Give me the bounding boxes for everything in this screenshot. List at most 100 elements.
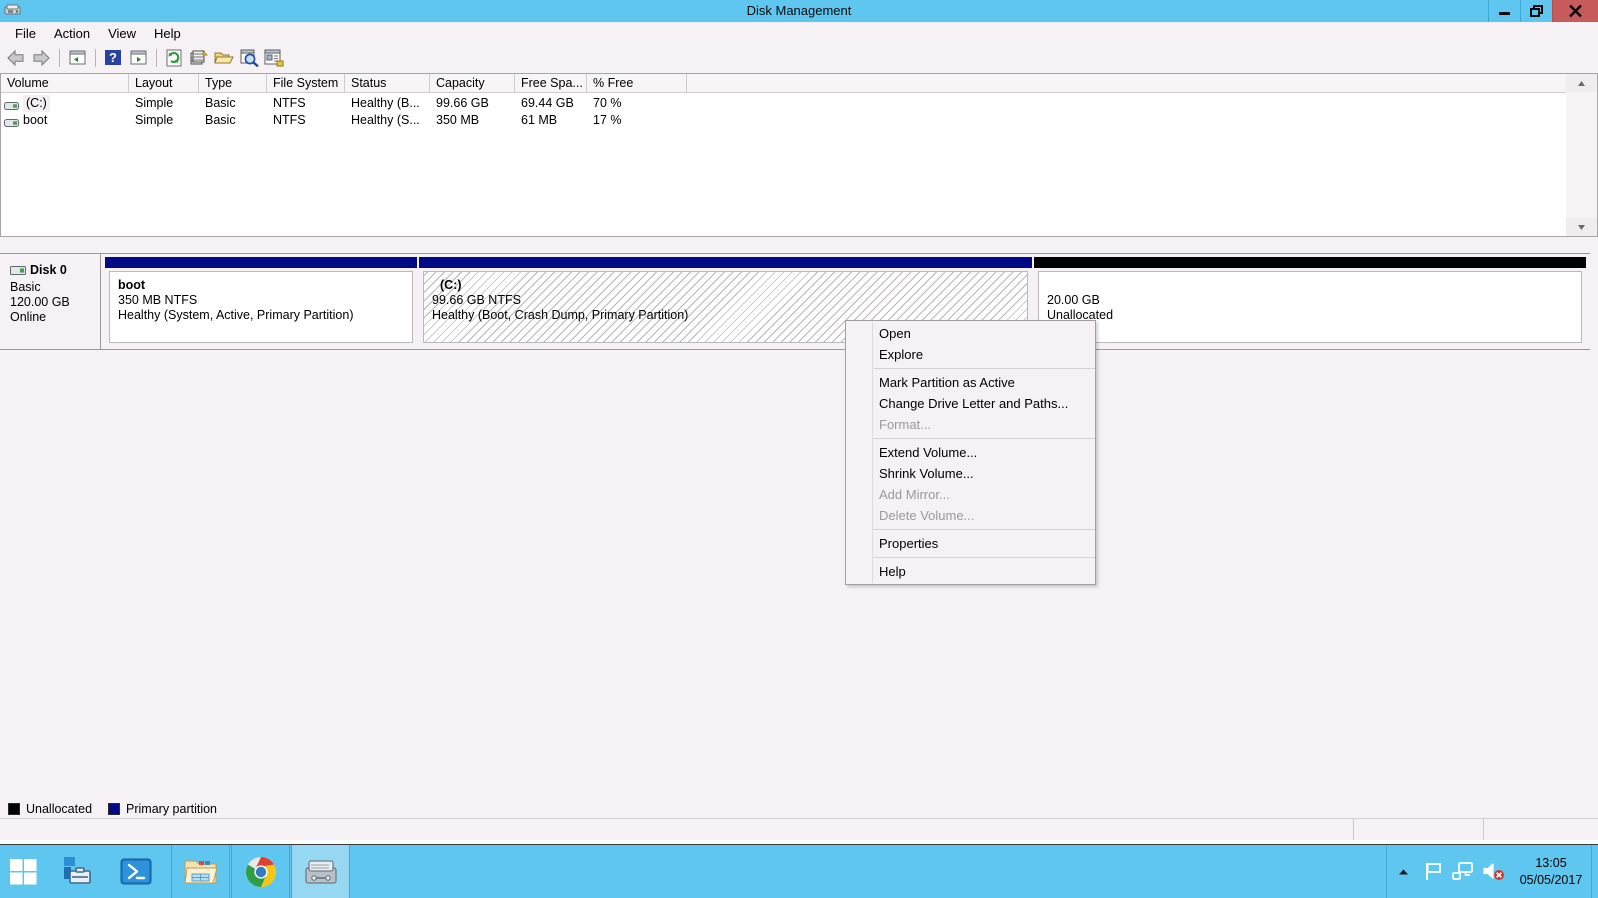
context-menu-open[interactable]: Open — [846, 323, 1095, 344]
partition-unallocated[interactable]: 20.00 GB Unallocated — [1034, 257, 1586, 346]
context-menu-mark-partition-as-active[interactable]: Mark Partition as Active — [846, 372, 1095, 393]
volume-cell-file-system: NTFS — [273, 113, 306, 127]
show-desktop-button[interactable] — [1591, 845, 1598, 898]
tray-action-center-flag-icon[interactable] — [1420, 859, 1446, 885]
context-menu-change-drive-letter-and-paths[interactable]: Change Drive Letter and Paths... — [846, 393, 1095, 414]
context-menu-help[interactable]: Help — [846, 561, 1095, 582]
volume-cell-type: Basic — [205, 96, 236, 110]
status-segment-1 — [0, 819, 1354, 840]
volume-cell-status: Healthy (S... — [351, 113, 420, 127]
minimize-button[interactable] — [1488, 0, 1520, 22]
context-menu-separator — [874, 557, 1095, 558]
tray-volume-muted-icon[interactable] — [1480, 859, 1506, 885]
disk-graphical-view: Disk 0 Basic 120.00 GB Online boot 350 M… — [0, 245, 1598, 805]
volume-list: Volume Layout Type File System Status Ca… — [0, 73, 1566, 237]
partition-color-bar — [105, 257, 417, 268]
disk-title: Disk 0 — [10, 263, 100, 277]
volume-cell-layout: Simple — [135, 113, 174, 127]
context-menu-delete-volume: Delete Volume... — [879, 508, 975, 523]
help-button[interactable]: ? — [101, 46, 125, 69]
disk-size-label: 120.00 GB — [10, 295, 70, 309]
table-row[interactable]: boot Simple Basic NTFS Healthy (S... 350… — [1, 112, 1566, 129]
partition-size: 99.66 GB NTFS — [432, 293, 521, 307]
menu-file[interactable]: File — [6, 24, 45, 43]
column-header-status[interactable]: Status — [345, 74, 430, 92]
table-row[interactable]: (C:) Simple Basic NTFS Healthy (B... 99.… — [1, 95, 1566, 112]
column-header-percent-free[interactable]: % Free — [587, 74, 687, 92]
chevron-up-icon[interactable] — [1390, 859, 1416, 885]
volume-cell-capacity: 350 MB — [436, 113, 480, 127]
partition-boot[interactable]: boot 350 MB NTFS Healthy (System, Active… — [105, 257, 417, 346]
legend-label-unallocated: Unallocated — [26, 802, 93, 816]
context-menu-explore[interactable]: Explore — [846, 344, 1095, 365]
volume-cell-name: boot — [1, 112, 129, 129]
scroll-up-arrow-icon[interactable] — [1566, 74, 1597, 92]
context-menu-properties[interactable]: Properties — [846, 533, 1095, 554]
column-header-volume[interactable]: Volume — [1, 74, 129, 92]
restore-button[interactable] — [1520, 0, 1552, 22]
disk-info-panel[interactable]: Disk 0 Basic 120.00 GB Online — [0, 254, 101, 349]
column-header-free-space[interactable]: Free Spa... — [515, 74, 587, 92]
column-header-type[interactable]: Type — [199, 74, 267, 92]
clock[interactable]: 13:05 05/05/2017 — [1508, 855, 1594, 889]
legend-swatch-primary-partition — [108, 803, 121, 815]
taskbar-chrome[interactable] — [231, 845, 290, 898]
svg-text:?: ? — [109, 50, 117, 65]
menu-view[interactable]: View — [99, 24, 145, 43]
taskbar-server-manager[interactable] — [47, 845, 106, 898]
all-tasks-button[interactable] — [262, 46, 286, 69]
partition-status: Unallocated — [1047, 308, 1114, 322]
volume-name-label: (C:) — [23, 95, 50, 112]
legend: Unallocated Primary partition — [0, 800, 1598, 818]
system-tray: 13:05 05/05/2017 — [1388, 845, 1598, 898]
context-menu-separator — [874, 438, 1095, 439]
column-header-capacity[interactable]: Capacity — [430, 74, 515, 92]
context-menu-shrink-volume[interactable]: Shrink Volume... — [846, 463, 1095, 484]
column-header-layout[interactable]: Layout — [129, 74, 199, 92]
toolbar-separator — [95, 48, 96, 67]
show-hide-console-tree-button[interactable] — [126, 46, 150, 69]
back-button[interactable] — [4, 46, 28, 69]
taskbar-file-explorer[interactable] — [171, 845, 230, 898]
taskbar: 13:05 05/05/2017 — [0, 844, 1598, 898]
menu-action[interactable]: Action — [45, 24, 99, 43]
partition-details: boot 350 MB NTFS Healthy (System, Active… — [109, 271, 413, 343]
status-bar — [0, 818, 1598, 840]
legend-unallocated: Unallocated — [8, 802, 92, 816]
legend-primary-partition: Primary partition — [108, 802, 217, 816]
disk-type-label: Basic — [10, 280, 41, 294]
rescan-disks-button[interactable] — [187, 46, 211, 69]
volume-cell-type: Basic — [205, 113, 236, 127]
menu-help[interactable]: Help — [145, 24, 190, 43]
volume-cell-capacity: 99.66 GB — [436, 96, 489, 110]
refresh-button[interactable] — [162, 46, 186, 69]
taskbar-powershell[interactable] — [106, 845, 165, 898]
partition-label: (C:) — [440, 278, 462, 292]
forward-button[interactable] — [29, 46, 53, 69]
context-menu-extend-volume[interactable]: Extend Volume... — [846, 442, 1095, 463]
open-folder-button[interactable] — [212, 46, 236, 69]
up-one-level-button[interactable] — [65, 46, 89, 69]
partition-size: 350 MB NTFS — [118, 293, 198, 307]
volume-drive-icon — [4, 99, 19, 110]
volume-name-label: boot — [23, 113, 48, 127]
partition-status: Healthy (System, Active, Primary Partiti… — [118, 308, 354, 322]
legend-swatch-unallocated — [8, 803, 20, 815]
status-segment-2 — [1354, 819, 1484, 840]
partition-details: 20.00 GB Unallocated — [1038, 271, 1582, 343]
volume-cell-name: (C:) — [1, 95, 129, 112]
close-button[interactable] — [1552, 0, 1598, 22]
properties-button[interactable] — [237, 46, 261, 69]
volume-cell-percent-free: 17 % — [593, 113, 622, 127]
volume-list-scrollbar[interactable] — [1566, 73, 1598, 237]
volume-cell-free-space: 69.44 GB — [521, 96, 574, 110]
start-button[interactable] — [0, 845, 47, 898]
scroll-down-arrow-icon[interactable] — [1566, 218, 1597, 236]
scrollbar-track[interactable] — [1566, 92, 1597, 218]
disk-row-disk0: Disk 0 Basic 120.00 GB Online boot 350 M… — [0, 253, 1590, 350]
pane-splitter[interactable] — [0, 237, 1598, 245]
column-header-file-system[interactable]: File System — [267, 74, 345, 92]
context-menu-add-mirror: Add Mirror... — [879, 487, 950, 502]
tray-network-icon[interactable] — [1450, 859, 1476, 885]
taskbar-disk-management[interactable] — [291, 845, 350, 898]
